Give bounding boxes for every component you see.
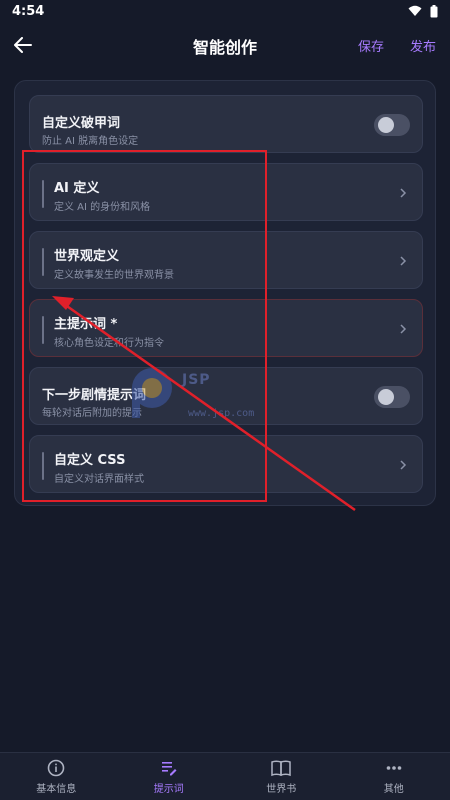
battery-icon xyxy=(430,4,438,17)
nav-basic-info[interactable]: 基本信息 xyxy=(0,753,113,800)
row-subtitle: 防止 AI 脱离角色设定 xyxy=(42,136,139,147)
row-title: 自定义破甲词 xyxy=(42,116,121,131)
save-button[interactable]: 保存 xyxy=(358,36,384,55)
nav-prompts[interactable]: 提示词 xyxy=(113,753,226,800)
jailbreak-toggle[interactable] xyxy=(374,114,410,136)
nav-other[interactable]: 其他 xyxy=(338,753,450,800)
back-button[interactable] xyxy=(10,32,36,58)
annotation-box xyxy=(22,150,267,502)
status-icons xyxy=(408,4,438,18)
toggle-knob xyxy=(378,117,394,133)
next-step-toggle[interactable] xyxy=(374,386,410,408)
nav-label: 提示词 xyxy=(153,783,184,795)
nav-label: 其他 xyxy=(383,783,404,795)
wifi-icon xyxy=(408,5,422,16)
edit-note-icon xyxy=(161,761,177,775)
row-custom-jailbreak[interactable]: 自定义破甲词 防止 AI 脱离角色设定 xyxy=(29,95,423,153)
chevron-right-icon xyxy=(400,188,407,198)
nav-world-book[interactable]: 世界书 xyxy=(225,753,338,800)
app-bar: 智能创作 保存 发布 xyxy=(0,22,450,66)
arrow-left-icon xyxy=(14,37,32,53)
bottom-nav: 基本信息 提示词 世界书 其他 xyxy=(0,752,450,800)
chevron-right-icon xyxy=(400,460,407,470)
chevron-right-icon xyxy=(400,256,407,266)
status-time: 4:54 xyxy=(12,3,45,19)
toggle-knob xyxy=(378,389,394,405)
more-icon xyxy=(386,765,402,770)
nav-label: 世界书 xyxy=(266,783,297,795)
nav-label: 基本信息 xyxy=(36,783,77,795)
chevron-right-icon xyxy=(400,324,407,334)
info-icon xyxy=(47,759,65,776)
book-icon xyxy=(271,760,291,776)
status-bar: 4:54 xyxy=(0,0,450,22)
publish-button[interactable]: 发布 xyxy=(410,36,436,55)
